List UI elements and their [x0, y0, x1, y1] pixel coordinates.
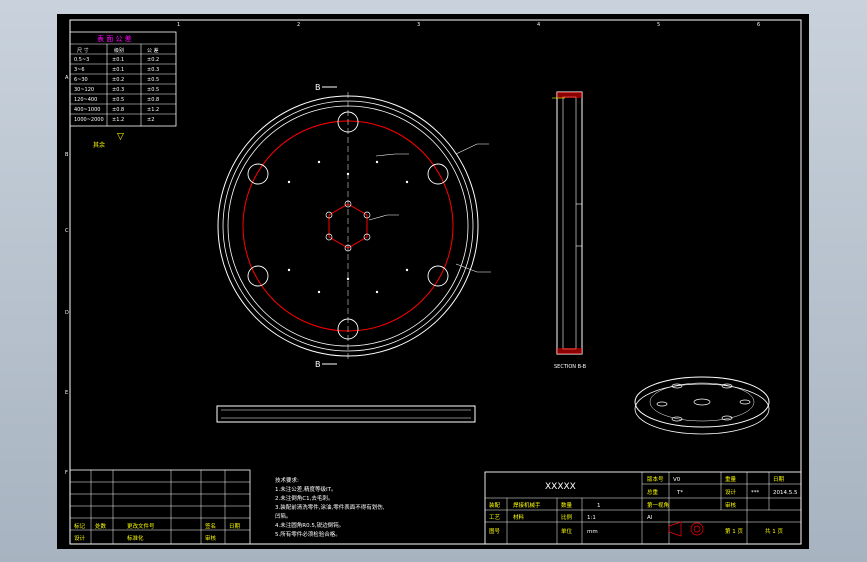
title-material: Al	[647, 515, 653, 521]
section-view: SECTION B-B	[552, 91, 587, 370]
title-designer: ***	[751, 490, 760, 496]
tol-row-4-size: 30~120	[74, 87, 94, 93]
title-count-label: 数量	[561, 501, 573, 509]
projection-circle-icon	[690, 522, 704, 536]
svg-text:3: 3	[417, 22, 420, 28]
tol-row-1-size: 0.5~3	[74, 57, 89, 63]
tol-row-1-tol: ±0.2	[147, 57, 159, 63]
title-sheet: 第 1 页	[725, 527, 743, 535]
title-assembly-label: 装配	[489, 501, 501, 509]
outer-frame	[69, 19, 802, 545]
rev-label-docno: 更改文件号	[127, 522, 155, 530]
svg-text:F: F	[65, 470, 68, 476]
title-projection-label: 第一视角	[647, 501, 669, 509]
projection-cone-icon	[668, 521, 682, 537]
rev-label-standard: 标准化	[127, 534, 144, 542]
rev-label-count: 处数	[95, 522, 107, 530]
rev-label-design: 设计	[74, 534, 86, 542]
tech-req-1: 1.未注公差,精度等级IT。	[275, 485, 336, 493]
title-count: 1	[597, 503, 601, 509]
title-scale: 1:1	[587, 515, 596, 521]
tol-row-2-size: 3~6	[74, 67, 85, 73]
tol-row-7-size: 1000~2000	[74, 117, 104, 123]
section-view-label: SECTION B-B	[554, 364, 587, 370]
tech-req-3: 3.装配前清洗零件,涂油,零件表面不得有划伤,	[275, 503, 385, 511]
title-check-label: 审核	[725, 501, 737, 509]
svg-text:2: 2	[297, 22, 300, 28]
tol-row-5-grade: ±0.5	[112, 97, 124, 103]
tol-row-5-size: 120~400	[74, 97, 97, 103]
tol-row-2-tol: ±0.3	[147, 67, 159, 73]
svg-text:1: 1	[177, 22, 180, 28]
rev-label-review: 审核	[205, 534, 217, 542]
tech-req-5: 4.未注圆角R0.5,锐边倒钝。	[275, 521, 344, 529]
title-scale-label: 比例	[561, 513, 573, 521]
revision-block: 标记 处数 更改文件号 签名 日期 设计 标准化 审核	[69, 469, 251, 545]
title-drawing-no-label: 图号	[489, 527, 501, 535]
zone-markers: 1 2 3 4 5 6 A B C D E F	[65, 22, 760, 476]
title-material-label: 材料	[513, 513, 525, 521]
tol-row-7-grade: ±1.2	[112, 117, 124, 123]
tol-row-7-tol: ±2	[147, 117, 154, 123]
tolerance-header-grade: 级别	[114, 47, 124, 54]
svg-text:D: D	[65, 310, 69, 316]
title-unit-label: 单位	[561, 527, 573, 535]
title-total-weight-label: 总重	[647, 488, 659, 496]
title-designer-label: 设计	[725, 488, 737, 496]
title-version: V0	[673, 477, 681, 483]
tol-row-2-grade: ±0.1	[112, 67, 124, 73]
section-mark-top: B	[315, 83, 321, 92]
title-project: XXXXX	[545, 482, 576, 492]
tol-row-4-grade: ±0.3	[112, 87, 124, 93]
tol-row-1-grade: ±0.1	[112, 57, 124, 63]
tol-row-4-tol: ±0.5	[147, 87, 159, 93]
tech-req-2: 2.未注倒角C1,去毛刺。	[275, 494, 333, 502]
svg-text:5: 5	[657, 22, 660, 28]
plan-view: B B	[217, 83, 491, 369]
tolerance-header-size: 尺 寸	[77, 47, 89, 54]
tol-row-6-size: 400~1000	[74, 107, 100, 113]
tech-req-6: 5.所有零件必须检验合格。	[275, 530, 341, 538]
section-mark-bottom: B	[315, 360, 321, 369]
title-date: 2014.5.5	[773, 490, 798, 496]
rev-label-sign: 签名	[205, 522, 216, 530]
tolerance-table: 表 面 公 差 尺 寸 级别 公 差 0.5~3 ±0.1 ±0.2 3~6 ±…	[69, 31, 177, 127]
tech-req-4: 凹陷。	[275, 512, 292, 520]
title-process-label: 工艺	[489, 514, 501, 521]
tol-row-5-tol: ±0.8	[147, 97, 159, 103]
tol-row-3-grade: ±0.2	[112, 77, 124, 83]
title-date-label: 日期	[773, 476, 785, 483]
title-total-weight: T*	[676, 490, 683, 496]
tol-row-3-size: 6~30	[74, 77, 88, 83]
roughness-symbol: ▽	[117, 132, 124, 142]
side-view	[216, 405, 476, 423]
tech-req-0: 技术要求:	[275, 476, 299, 484]
tolerance-table-title: 表 面 公 差	[97, 34, 132, 43]
title-unit: mm	[587, 529, 598, 535]
svg-text:B: B	[65, 152, 69, 158]
isometric-view	[634, 376, 770, 435]
tol-row-3-tol: ±0.5	[147, 77, 159, 83]
tolerance-header-tol: 公 差	[147, 47, 159, 54]
title-weight-label: 重量	[725, 475, 737, 483]
title-assembly: 焊接机械手	[513, 501, 541, 509]
cad-drawing: 1 2 3 4 5 6 A B C D E F 表 面 公 差 尺 寸 级别 公 差 0.5~3 ±…	[65, 19, 802, 545]
title-block: XXXXX 版本号 V0 重量 日期 总重 T* 设计 *** 2014.5.5…	[484, 471, 802, 545]
svg-text:4: 4	[537, 22, 540, 28]
svg-text:E: E	[65, 390, 68, 396]
tech-requirements: 技术要求: 1.未注公差,精度等级IT。 2.未注倒角C1,去毛刺。 3.装配前…	[275, 476, 385, 538]
roughness-label: 其余	[93, 141, 105, 149]
svg-text:A: A	[65, 75, 69, 81]
drawing-canvas[interactable]: 1 2 3 4 5 6 A B C D E F 表 面 公 差 尺 寸 级别 公 差 0.5~3 ±…	[57, 14, 809, 549]
tol-row-6-tol: ±1.2	[147, 107, 159, 113]
svg-text:C: C	[65, 228, 69, 234]
svg-text:6: 6	[757, 22, 760, 28]
title-sheet-total: 共 1 页	[765, 527, 783, 535]
rev-label-date: 日期	[229, 523, 241, 530]
title-version-label: 版本号	[647, 475, 664, 483]
rev-label-mark: 标记	[74, 522, 86, 530]
tol-row-6-grade: ±0.8	[112, 107, 124, 113]
